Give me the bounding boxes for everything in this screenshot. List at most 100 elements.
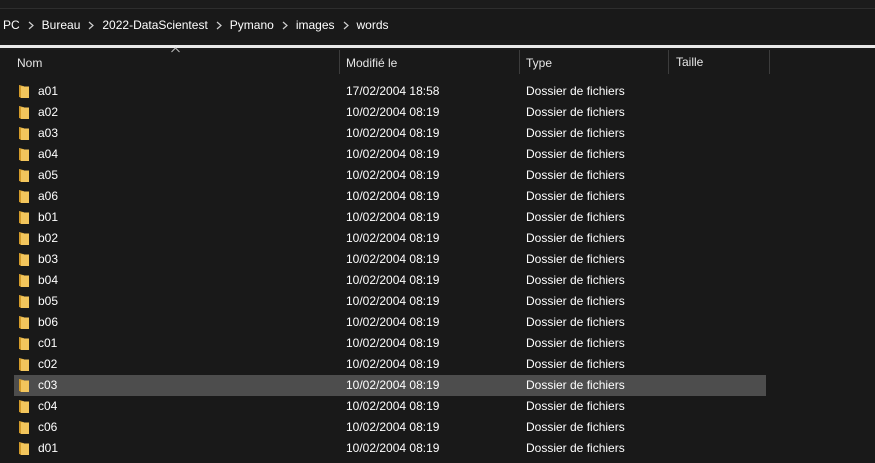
column-resize-handle[interactable] — [519, 50, 520, 74]
file-modified: 10/02/2004 08:19 — [346, 399, 440, 413]
file-name[interactable]: a05 — [38, 165, 58, 186]
window-top-strip — [0, 0, 875, 9]
file-type: Dossier de fichiers — [526, 105, 625, 119]
file-type: Dossier de fichiers — [526, 147, 625, 161]
list-item[interactable]: c03 10/02/2004 08:19 Dossier de fichiers — [0, 375, 875, 396]
file-modified: 10/02/2004 08:19 — [346, 294, 440, 308]
folder-icon — [18, 252, 30, 267]
file-name[interactable]: c06 — [38, 417, 57, 438]
column-header-row: Nom Modifié le Type Taille — [0, 47, 875, 74]
file-modified: 10/02/2004 08:19 — [346, 168, 440, 182]
file-name[interactable]: a06 — [38, 186, 58, 207]
folder-icon — [18, 126, 30, 141]
file-modified: 10/02/2004 08:19 — [346, 378, 440, 392]
file-name[interactable]: a01 — [38, 81, 58, 102]
sort-ascending-icon — [171, 47, 180, 53]
file-modified: 10/02/2004 08:19 — [346, 231, 440, 245]
chevron-right-icon[interactable] — [279, 10, 291, 40]
breadcrumb-images[interactable]: images — [291, 10, 340, 40]
column-header-type[interactable]: Type — [526, 48, 552, 74]
file-type: Dossier de fichiers — [526, 441, 625, 455]
list-item[interactable]: b03 10/02/2004 08:19 Dossier de fichiers — [0, 249, 875, 270]
file-modified: 10/02/2004 08:19 — [346, 273, 440, 287]
file-name[interactable]: b03 — [38, 249, 58, 270]
file-type: Dossier de fichiers — [526, 189, 625, 203]
chevron-right-icon[interactable] — [340, 10, 352, 40]
breadcrumb-pymano[interactable]: Pymano — [225, 10, 279, 40]
breadcrumb-words[interactable]: words — [352, 10, 394, 40]
file-name[interactable]: c03 — [38, 375, 57, 396]
file-name[interactable]: b01 — [38, 207, 58, 228]
folder-icon — [18, 231, 30, 246]
list-item[interactable]: c04 10/02/2004 08:19 Dossier de fichiers — [0, 396, 875, 417]
column-header-modified[interactable]: Modifié le — [346, 48, 397, 74]
folder-icon — [18, 441, 30, 456]
list-item[interactable]: a03 10/02/2004 08:19 Dossier de fichiers — [0, 123, 875, 144]
column-resize-handle[interactable] — [668, 50, 669, 74]
breadcrumb-pc[interactable]: PC — [0, 10, 25, 40]
column-header-name[interactable]: Nom — [17, 48, 42, 74]
file-name[interactable]: b04 — [38, 270, 58, 291]
folder-icon — [18, 357, 30, 372]
folder-icon — [18, 399, 30, 414]
chevron-right-icon[interactable] — [213, 10, 225, 40]
column-header-size[interactable]: Taille — [676, 48, 703, 74]
list-item[interactable]: a04 10/02/2004 08:19 Dossier de fichiers — [0, 144, 875, 165]
breadcrumb-datascientest[interactable]: 2022-DataScientest — [97, 10, 212, 40]
list-item[interactable]: a01 17/02/2004 18:58 Dossier de fichiers — [0, 81, 875, 102]
file-name[interactable]: c02 — [38, 354, 57, 375]
file-name[interactable]: a03 — [38, 123, 58, 144]
folder-icon — [18, 378, 30, 393]
chevron-right-icon[interactable] — [85, 10, 97, 40]
file-name[interactable]: b02 — [38, 228, 58, 249]
folder-icon — [18, 105, 30, 120]
folder-icon — [18, 315, 30, 330]
file-type: Dossier de fichiers — [526, 399, 625, 413]
list-item[interactable]: a06 10/02/2004 08:19 Dossier de fichiers — [0, 186, 875, 207]
list-item[interactable]: b04 10/02/2004 08:19 Dossier de fichiers — [0, 270, 875, 291]
breadcrumb-bureau[interactable]: Bureau — [37, 10, 86, 40]
list-item[interactable]: d01 10/02/2004 08:19 Dossier de fichiers — [0, 438, 875, 459]
file-type: Dossier de fichiers — [526, 252, 625, 266]
address-bar[interactable]: PC Bureau 2022-DataScientest Pymano imag… — [0, 10, 875, 40]
folder-icon — [18, 147, 30, 162]
folder-icon — [18, 336, 30, 351]
file-modified: 10/02/2004 08:19 — [346, 252, 440, 266]
file-name[interactable]: b05 — [38, 291, 58, 312]
file-modified: 10/02/2004 08:19 — [346, 336, 440, 350]
file-type: Dossier de fichiers — [526, 336, 625, 350]
list-item[interactable]: b05 10/02/2004 08:19 Dossier de fichiers — [0, 291, 875, 312]
file-name[interactable]: b06 — [38, 312, 58, 333]
file-modified: 10/02/2004 08:19 — [346, 441, 440, 455]
file-type: Dossier de fichiers — [526, 210, 625, 224]
file-modified: 10/02/2004 08:19 — [346, 420, 440, 434]
file-type: Dossier de fichiers — [526, 420, 625, 434]
folder-icon — [18, 273, 30, 288]
list-item[interactable]: c01 10/02/2004 08:19 Dossier de fichiers — [0, 333, 875, 354]
column-resize-handle[interactable] — [339, 50, 340, 74]
list-item[interactable]: a05 10/02/2004 08:19 Dossier de fichiers — [0, 165, 875, 186]
folder-icon — [18, 168, 30, 183]
list-item[interactable]: b06 10/02/2004 08:19 Dossier de fichiers — [0, 312, 875, 333]
column-resize-handle[interactable] — [769, 50, 770, 74]
list-item[interactable]: c02 10/02/2004 08:19 Dossier de fichiers — [0, 354, 875, 375]
file-name[interactable]: c04 — [38, 396, 57, 417]
file-name[interactable]: a02 — [38, 102, 58, 123]
chevron-right-icon[interactable] — [25, 10, 37, 40]
list-item[interactable]: a02 10/02/2004 08:19 Dossier de fichiers — [0, 102, 875, 123]
folder-icon — [18, 189, 30, 204]
file-modified: 10/02/2004 08:19 — [346, 126, 440, 140]
file-modified: 17/02/2004 18:58 — [346, 84, 440, 98]
folder-icon — [18, 420, 30, 435]
file-name[interactable]: d01 — [38, 438, 58, 459]
folder-icon — [18, 294, 30, 309]
file-name[interactable]: a04 — [38, 144, 58, 165]
file-name[interactable]: c01 — [38, 333, 57, 354]
list-item[interactable]: b01 10/02/2004 08:19 Dossier de fichiers — [0, 207, 875, 228]
file-modified: 10/02/2004 08:19 — [346, 147, 440, 161]
list-item[interactable]: c06 10/02/2004 08:19 Dossier de fichiers — [0, 417, 875, 438]
file-type: Dossier de fichiers — [526, 273, 625, 287]
file-modified: 10/02/2004 08:19 — [346, 210, 440, 224]
file-modified: 10/02/2004 08:19 — [346, 315, 440, 329]
list-item[interactable]: b02 10/02/2004 08:19 Dossier de fichiers — [0, 228, 875, 249]
